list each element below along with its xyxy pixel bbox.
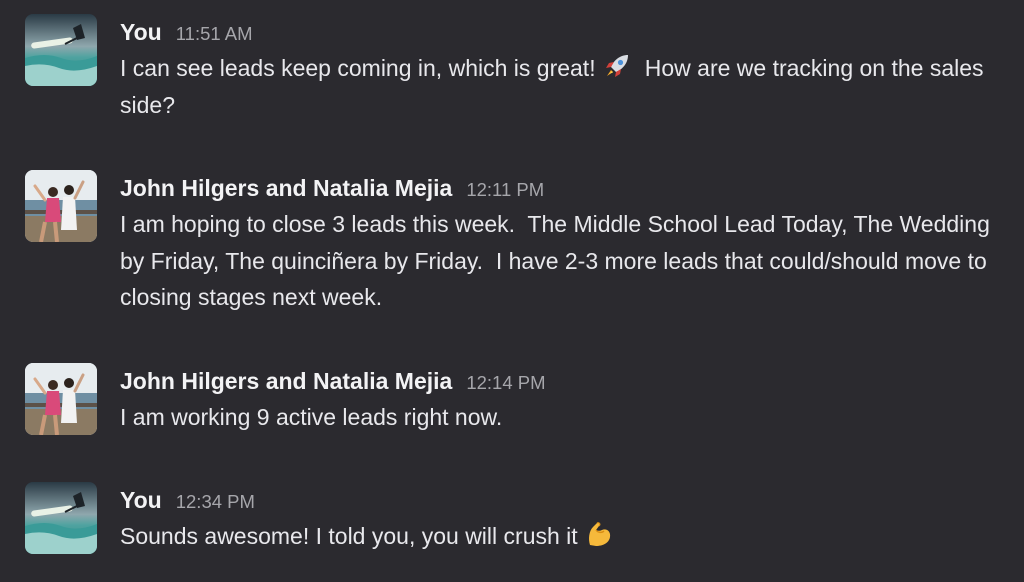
user-avatar[interactable] bbox=[25, 14, 97, 86]
timestamp[interactable]: 11:51 AM bbox=[176, 23, 253, 44]
sender-name[interactable]: John Hilgers and Natalia Mejia bbox=[120, 175, 452, 201]
message-header: John Hilgers and Natalia Mejia 12:11 PM bbox=[120, 170, 1012, 206]
couple-beach-avatar bbox=[25, 170, 97, 242]
message-text: I can see leads keep coming in, which is… bbox=[120, 50, 1012, 123]
sender-name[interactable]: John Hilgers and Natalia Mejia bbox=[120, 368, 452, 394]
timestamp[interactable]: 12:34 PM bbox=[176, 491, 255, 512]
message-text: I am hoping to close 3 leads this week. … bbox=[120, 211, 997, 310]
message-content: John Hilgers and Natalia Mejia 12:11 PM I… bbox=[120, 170, 1012, 316]
timestamp[interactable]: 12:14 PM bbox=[466, 372, 545, 393]
sender-name[interactable]: You bbox=[120, 487, 162, 513]
couple-beach-avatar bbox=[25, 363, 97, 435]
timestamp[interactable]: 12:11 PM bbox=[466, 179, 544, 200]
message-header: You 11:51 AM bbox=[120, 14, 1012, 50]
message-content: You 11:51 AM I can see leads keep coming … bbox=[120, 14, 1012, 123]
user-avatar[interactable] bbox=[25, 482, 97, 554]
message-header: You 12:34 PM bbox=[120, 482, 1012, 518]
rocket-emoji-icon bbox=[602, 51, 632, 81]
message-text: Sounds awesome! I told you, you will cru… bbox=[120, 518, 1012, 555]
surfer-avatar bbox=[25, 14, 97, 86]
message-text-part: Sounds awesome! I told you, you will cru… bbox=[120, 523, 585, 549]
flexed-biceps-emoji-icon bbox=[584, 519, 614, 549]
sender-name[interactable]: You bbox=[120, 19, 162, 45]
message-text: I am working 9 active leads right now. bbox=[120, 404, 503, 430]
user-avatar[interactable] bbox=[25, 363, 97, 435]
message-content: You 12:34 PM Sounds awesome! I told you, … bbox=[120, 482, 1012, 555]
surfer-avatar bbox=[25, 482, 97, 554]
message-text-part: I can see leads keep coming in, which is… bbox=[120, 55, 602, 81]
message-header: John Hilgers and Natalia Mejia 12:14 PM bbox=[120, 363, 1012, 399]
user-avatar[interactable] bbox=[25, 170, 97, 242]
message-content: John Hilgers and Natalia Mejia 12:14 PM I… bbox=[120, 363, 1012, 436]
